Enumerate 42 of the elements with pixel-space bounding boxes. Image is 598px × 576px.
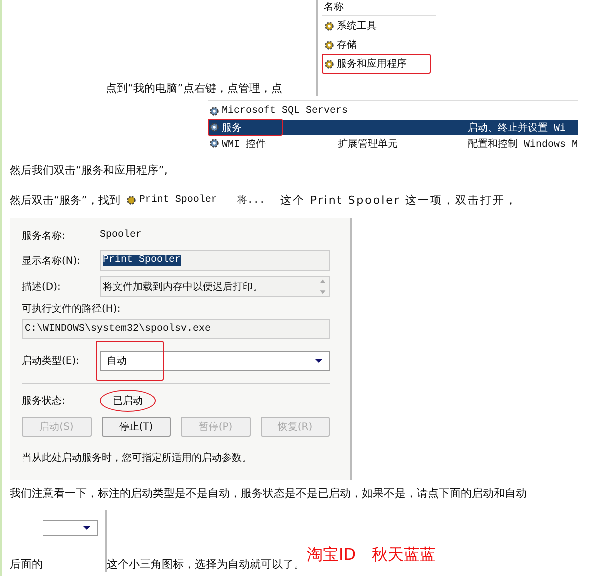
- instruction-text: 然后双击“服务”，找到: [10, 192, 120, 208]
- description-field[interactable]: 将文件加载到内存中以便迟后打印。: [100, 276, 330, 297]
- service-status: 已启动: [100, 390, 156, 412]
- startup-type-dropdown[interactable]: 自动: [100, 351, 330, 371]
- instruction-text: 后面的: [10, 557, 43, 572]
- field-label: 描述(D):: [22, 280, 62, 294]
- tree-item-label: 服务和应用程序: [337, 58, 407, 71]
- service-description: 配置和控制 Windows M: [468, 138, 578, 150]
- scrollbar-arrows-icon: [319, 278, 327, 296]
- service-name: 服务: [222, 120, 242, 134]
- service-description: 启动、终止并设置 Wi: [468, 122, 566, 134]
- field-label: 服务状态:: [22, 394, 66, 408]
- instruction-text: 点到“我的电脑”点右键，点管理，点: [105, 81, 284, 96]
- service-name: Microsoft SQL Servers: [222, 106, 348, 117]
- field-label: 显示名称(N):: [22, 254, 82, 268]
- gear-icon: [324, 40, 335, 50]
- gear-icon: [324, 20, 335, 32]
- service-button[interactable]: 停止(T): [102, 417, 171, 437]
- column-header: 名称: [322, 0, 436, 16]
- service-name: Print Spooler: [139, 194, 218, 206]
- service-type: 扩展管理单元: [338, 138, 398, 150]
- caret-icon: [83, 526, 91, 530]
- instruction-text: 这个小三角图标，选择为自动就可以了。: [107, 557, 305, 572]
- tree-item-label: 系统工具: [337, 20, 377, 33]
- gear-icon: [209, 122, 220, 133]
- service-name: Spooler: [100, 230, 142, 241]
- instruction-text: 我们注意看一下，标注的启动类型是不是自动，服务状态是不是已启动，如果不是，请点下面的启动和自动: [9, 486, 528, 502]
- signature-text: 淘宝ID 秋天蓝蓝: [307, 545, 436, 566]
- instruction-text: 然后我们双击“服务和应用程序”,: [9, 163, 169, 179]
- path-field: C:\WINDOWS\system32\spoolsv.exe: [22, 319, 330, 339]
- gear-icon: [324, 58, 335, 70]
- service-description: 将...: [237, 194, 266, 207]
- tree-item-label: 存储: [337, 38, 357, 52]
- hint-text: 当从此处启动服务时，您可指定所适用的启动参数。: [22, 452, 253, 465]
- service-name: WMI 控件: [222, 138, 266, 150]
- field-label: 启动类型(E):: [22, 354, 80, 368]
- field-label: 服务名称:: [22, 230, 66, 242]
- display-name-field[interactable]: Print Spooler: [100, 250, 330, 271]
- instruction-text: 这个 Print Spooler 这一项，双击打开，: [280, 192, 518, 208]
- field-label: 可执行文件的路径(H):: [22, 302, 122, 316]
- caret-icon: [315, 359, 323, 363]
- gear-icon: [126, 194, 138, 206]
